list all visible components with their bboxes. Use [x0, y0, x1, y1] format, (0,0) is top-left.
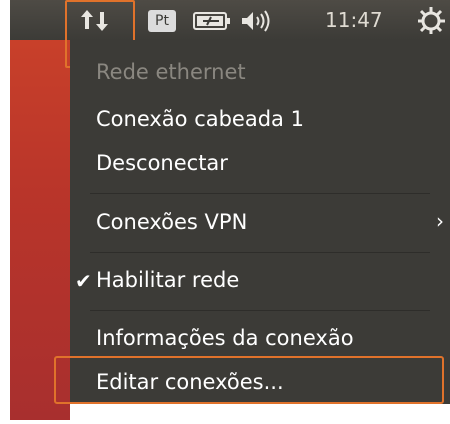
- submenu-arrow-icon: ›: [436, 209, 444, 233]
- menu-separator: [90, 252, 430, 253]
- editar-conexoes-highlight: [54, 356, 444, 404]
- menu-item-informacoes-conexao[interactable]: Informações da conexão: [96, 326, 354, 350]
- screenshot-canvas: Pt 11:47 Rede ethernet Conexão cabeada 1…: [0, 0, 450, 424]
- menu-separator: [90, 193, 430, 194]
- menu-separator: [90, 310, 430, 311]
- network-menu: Rede ethernet Conexão cabeada 1 Desconec…: [70, 40, 450, 404]
- menu-item-conexao-cabeada[interactable]: Conexão cabeada 1: [96, 107, 304, 131]
- battery-icon[interactable]: [193, 11, 233, 31]
- menu-item-habilitar-rede[interactable]: Habilitar rede: [96, 268, 239, 292]
- menu-item-conexoes-vpn[interactable]: Conexões VPN: [96, 210, 247, 234]
- power-gear-icon[interactable]: [416, 6, 446, 34]
- keyboard-layout-indicator[interactable]: Pt: [148, 10, 176, 32]
- network-updown-icon[interactable]: [79, 8, 119, 32]
- menu-item-desconectar[interactable]: Desconectar: [96, 151, 228, 175]
- menu-item-rede-ethernet: Rede ethernet: [96, 60, 246, 84]
- checkmark-icon: ✔: [75, 269, 92, 293]
- clock[interactable]: 11:47: [325, 8, 383, 32]
- volume-icon[interactable]: [240, 9, 278, 33]
